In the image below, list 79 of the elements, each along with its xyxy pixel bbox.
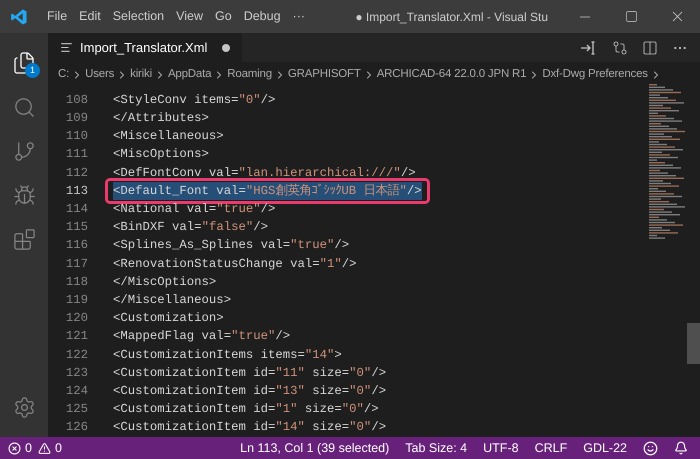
- menu-item[interactable]: ···: [288, 7, 310, 26]
- code-line: </Attributes>: [113, 110, 209, 128]
- line-number: 123: [64, 364, 88, 382]
- file-lines-icon: [60, 41, 73, 54]
- line-number: 111: [64, 146, 88, 164]
- compare-icon[interactable]: [612, 40, 628, 56]
- status-item[interactable]: CRLF: [534, 438, 568, 458]
- bell-icon[interactable]: [674, 441, 688, 455]
- smiley-icon[interactable]: [643, 440, 658, 456]
- code-line: <StyleConv items="0"/>: [113, 92, 276, 109]
- line-number: 122: [64, 346, 88, 364]
- code-line: <CustomizationItems items="14">: [113, 346, 342, 364]
- breadcrumb-item[interactable]: ARCHICAD-64 22.0.0 JPN R1: [376, 66, 526, 84]
- menu-item[interactable]: View: [171, 7, 208, 26]
- breadcrumb-item[interactable]: GRAPHISOFT: [288, 66, 361, 84]
- code-line: <MappedFlag val="true"/>: [113, 328, 290, 346]
- app-logo-icon: [10, 8, 28, 26]
- scrollbar-thumb[interactable]: [687, 323, 700, 364]
- branch-icon[interactable]: [12, 140, 36, 162]
- status-item[interactable]: UTF-8: [483, 438, 519, 458]
- settings-icon[interactable]: [12, 396, 36, 418]
- line-number: 126: [64, 419, 88, 436]
- line-number: 119: [64, 292, 88, 309]
- breadcrumb-item[interactable]: AppData: [168, 66, 212, 84]
- line-number: 114: [64, 201, 88, 218]
- line-number: 116: [64, 237, 88, 254]
- breadcrumb-item[interactable]: Roaming: [227, 66, 272, 84]
- menu-item[interactable]: File: [42, 7, 72, 26]
- line-number: 110: [64, 128, 88, 146]
- line-number: 118: [64, 274, 88, 291]
- line-number: 117: [64, 256, 88, 273]
- explorer-tab[interactable]: 1: [0, 41, 48, 85]
- search-icon[interactable]: [12, 96, 36, 118]
- code-line: <MiscOptions>: [113, 146, 209, 164]
- code-line: <Customization>: [113, 310, 224, 328]
- status-item[interactable]: GDL-22: [583, 438, 627, 458]
- line-number: 124: [64, 382, 88, 400]
- line-number: 112: [64, 164, 88, 182]
- line-number: 109: [64, 110, 88, 128]
- breadcrumb-item[interactable]: Users: [85, 66, 114, 84]
- menu-item[interactable]: Selection: [108, 7, 170, 26]
- code-line: <Splines_As_Splines val="true"/>: [113, 237, 350, 254]
- code-line: </MiscOptions>: [113, 274, 216, 291]
- menu-item[interactable]: Go: [210, 7, 237, 26]
- code-line: <CustomizationItem id="11" size="0"/>: [113, 364, 386, 382]
- code-line: <DefFontConv val="lan.hierarchical:///"/>: [113, 164, 416, 182]
- code-line: </Miscellaneous>: [113, 292, 232, 309]
- warning-icon: [38, 442, 51, 454]
- extensions-icon[interactable]: [12, 228, 36, 250]
- line-number: 125: [64, 401, 88, 418]
- breadcrumb-item[interactable]: kiriki: [130, 66, 152, 84]
- notification-badge: 1: [25, 63, 40, 78]
- menu-item[interactable]: Debug: [238, 7, 286, 26]
- warning-count[interactable]: 0: [54, 438, 62, 458]
- line-number: 113: [64, 182, 88, 200]
- editor-tab[interactable]: Import_Translator.Xml: [48, 33, 242, 62]
- window-title: ● Import_Translator.Xml - Visual Stu: [355, 8, 548, 26]
- code-line: <BinDXF val="false"/>: [113, 219, 268, 236]
- code-line: <National val="true"/>: [113, 201, 276, 218]
- line-number: 121: [64, 328, 88, 346]
- code-line: <CustomizationItem id="14" size="0"/>: [113, 419, 386, 436]
- maximize-icon[interactable]: [624, 10, 638, 23]
- line-number: 120: [64, 310, 88, 328]
- line-number: 108: [64, 92, 88, 109]
- code-line: <CustomizationItem id="13" size="0"/>: [113, 382, 386, 400]
- error-count[interactable]: 0: [25, 438, 32, 458]
- status-item[interactable]: Tab Size: 4: [405, 438, 468, 458]
- breadcrumb-item[interactable]: Dxf-Dwg Preferences: [542, 66, 648, 84]
- line-number: 115: [64, 219, 88, 236]
- code-line: <Miscellaneous>: [113, 128, 224, 146]
- split-editor-icon[interactable]: [642, 40, 658, 56]
- breadcrumb-item[interactable]: C:: [58, 66, 70, 84]
- files-icon: [12, 51, 36, 75]
- code-line: <CustomizationItem id="1" size="0"/>: [113, 401, 379, 418]
- menu-item[interactable]: Edit: [74, 7, 106, 26]
- bug-icon[interactable]: [12, 184, 36, 206]
- error-icon: [8, 442, 21, 454]
- status-item[interactable]: Ln 113, Col 1 (39 selected): [240, 438, 390, 458]
- code-line: <RenovationStatusChange val="1"/>: [113, 256, 357, 273]
